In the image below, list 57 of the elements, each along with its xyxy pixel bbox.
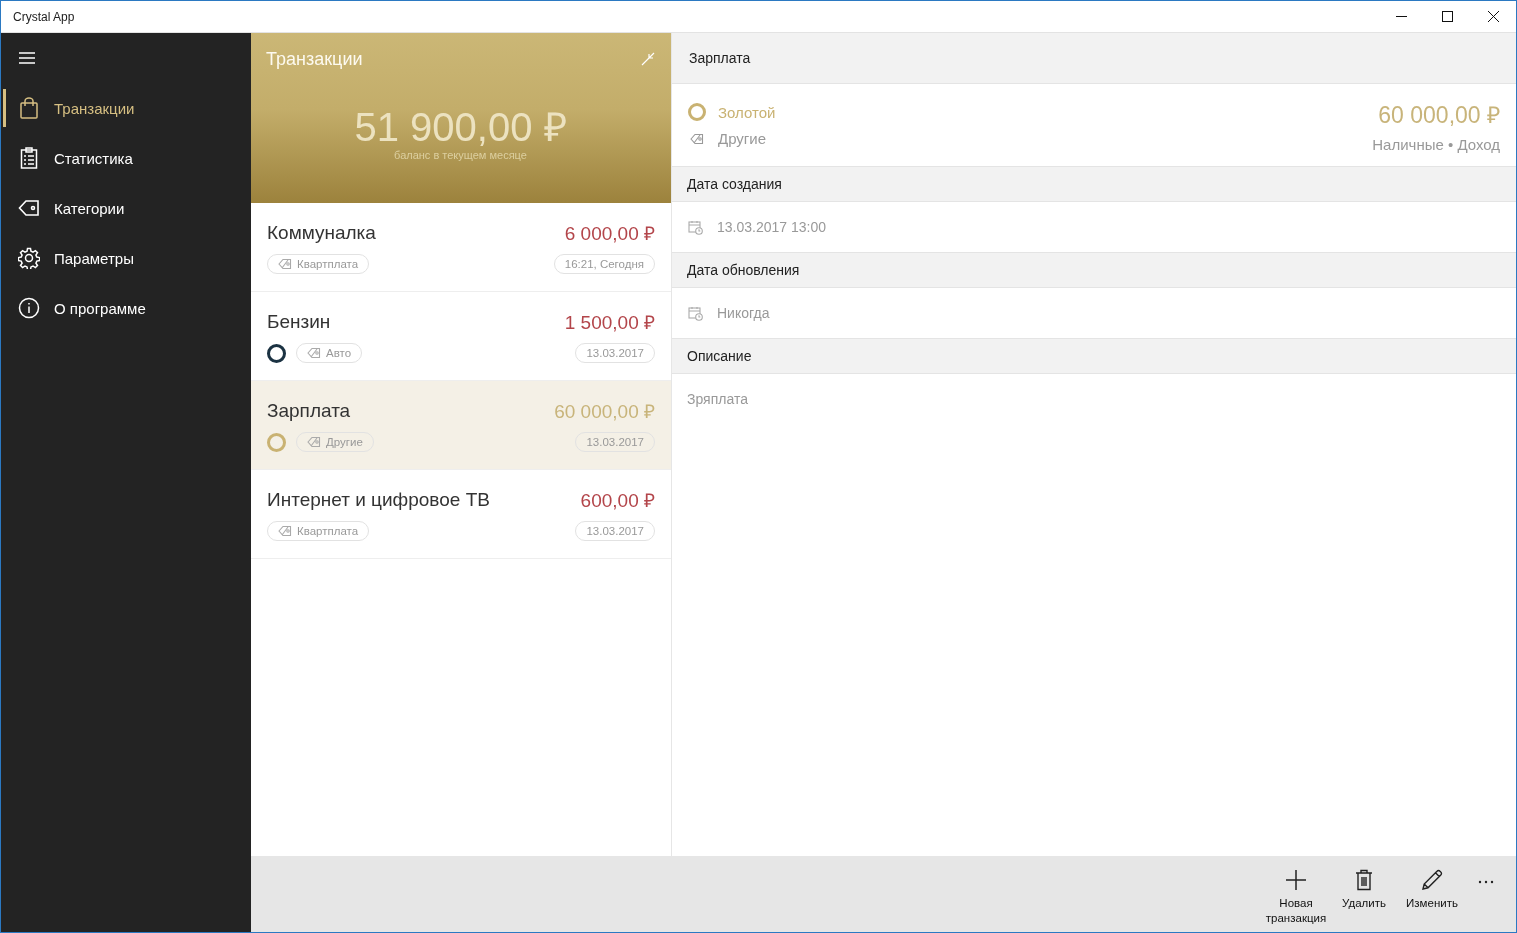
category-label: Другие bbox=[718, 130, 767, 147]
transaction-title: Бензин bbox=[267, 311, 331, 333]
command-button[interactable]: Удалить bbox=[1330, 856, 1398, 932]
transaction-amount: 6 000,00 ₽ bbox=[564, 222, 655, 246]
category-label: Другие bbox=[326, 436, 363, 448]
balance-amount: 51 900,00 ₽ bbox=[353, 105, 568, 149]
plus-icon bbox=[1285, 869, 1307, 891]
payment-type: Наличные • Доход bbox=[1372, 135, 1500, 153]
color-name: Золотой bbox=[718, 103, 776, 121]
section-heading: Дата создания bbox=[672, 167, 1516, 202]
nav-item[interactable]: Параметры bbox=[1, 233, 251, 283]
category-label: Авто bbox=[326, 347, 352, 359]
pane-title: Транзакции bbox=[266, 48, 363, 70]
close-icon bbox=[1487, 11, 1499, 22]
transaction-row[interactable]: Интернет и цифровое ТВ 600,00 ₽ Квартплата 13.03.2017 bbox=[251, 470, 671, 559]
menu-icon[interactable] bbox=[19, 52, 35, 64]
nav-item[interactable]: Категории bbox=[1, 183, 251, 233]
transaction-title: Зарплата bbox=[267, 400, 351, 422]
tag-icon bbox=[689, 132, 704, 145]
maximize-icon bbox=[1441, 11, 1453, 22]
transaction-row[interactable]: Коммуналка 6 000,00 ₽ Квартплата 16:21, Сегодня bbox=[251, 203, 671, 292]
detail-title: Зарплата bbox=[672, 33, 1516, 84]
more-icon[interactable] bbox=[1478, 880, 1494, 884]
section-heading: Описание bbox=[672, 339, 1516, 374]
transaction-amount: 60 000,00 ₽ bbox=[554, 400, 655, 424]
date-value: 13.03.2017 13:00 bbox=[717, 219, 826, 235]
category-label: Квартплата bbox=[297, 258, 359, 270]
transaction-amount: 600,00 ₽ bbox=[580, 489, 655, 513]
clipboard-list-icon bbox=[20, 147, 38, 169]
description-text: Зряплата bbox=[687, 391, 748, 407]
transaction-row[interactable]: Зарплата 60 000,00 ₽ Другие 13.03.2017 bbox=[251, 381, 671, 470]
calendar-clock-icon bbox=[688, 219, 703, 235]
category-label: Квартплата bbox=[297, 525, 359, 537]
tag-icon bbox=[278, 258, 292, 270]
shopping-bag-icon bbox=[19, 97, 39, 119]
command-button[interactable]: Изменить bbox=[1398, 856, 1466, 932]
calendar-clock-icon bbox=[688, 305, 703, 321]
date-value: Никогда bbox=[717, 305, 770, 321]
tag-icon bbox=[307, 436, 321, 448]
info-icon bbox=[18, 297, 40, 319]
window-title: Crystal App bbox=[13, 9, 76, 24]
tag-icon bbox=[278, 525, 292, 537]
detail-amount: 60 000,00 ₽ bbox=[1377, 100, 1500, 130]
nav-item[interactable]: Транзакции bbox=[1, 83, 251, 133]
tag-icon bbox=[18, 199, 40, 217]
nav-item[interactable]: Статистика bbox=[1, 133, 251, 183]
gear-icon bbox=[18, 247, 40, 269]
nav-item[interactable]: О программе bbox=[1, 283, 251, 333]
tag-icon bbox=[307, 347, 321, 359]
section-heading: Дата обновления bbox=[672, 253, 1516, 288]
balance-caption: баланс в текущем месяце bbox=[393, 149, 528, 161]
pencil-icon bbox=[1421, 869, 1443, 891]
transaction-amount: 1 500,00 ₽ bbox=[564, 311, 655, 335]
transaction-title: Коммуналка bbox=[267, 222, 376, 244]
transaction-title: Интернет и цифровое ТВ bbox=[267, 489, 490, 511]
trash-icon bbox=[1355, 869, 1373, 891]
command-button[interactable]: Новая транзакция bbox=[1262, 856, 1330, 932]
